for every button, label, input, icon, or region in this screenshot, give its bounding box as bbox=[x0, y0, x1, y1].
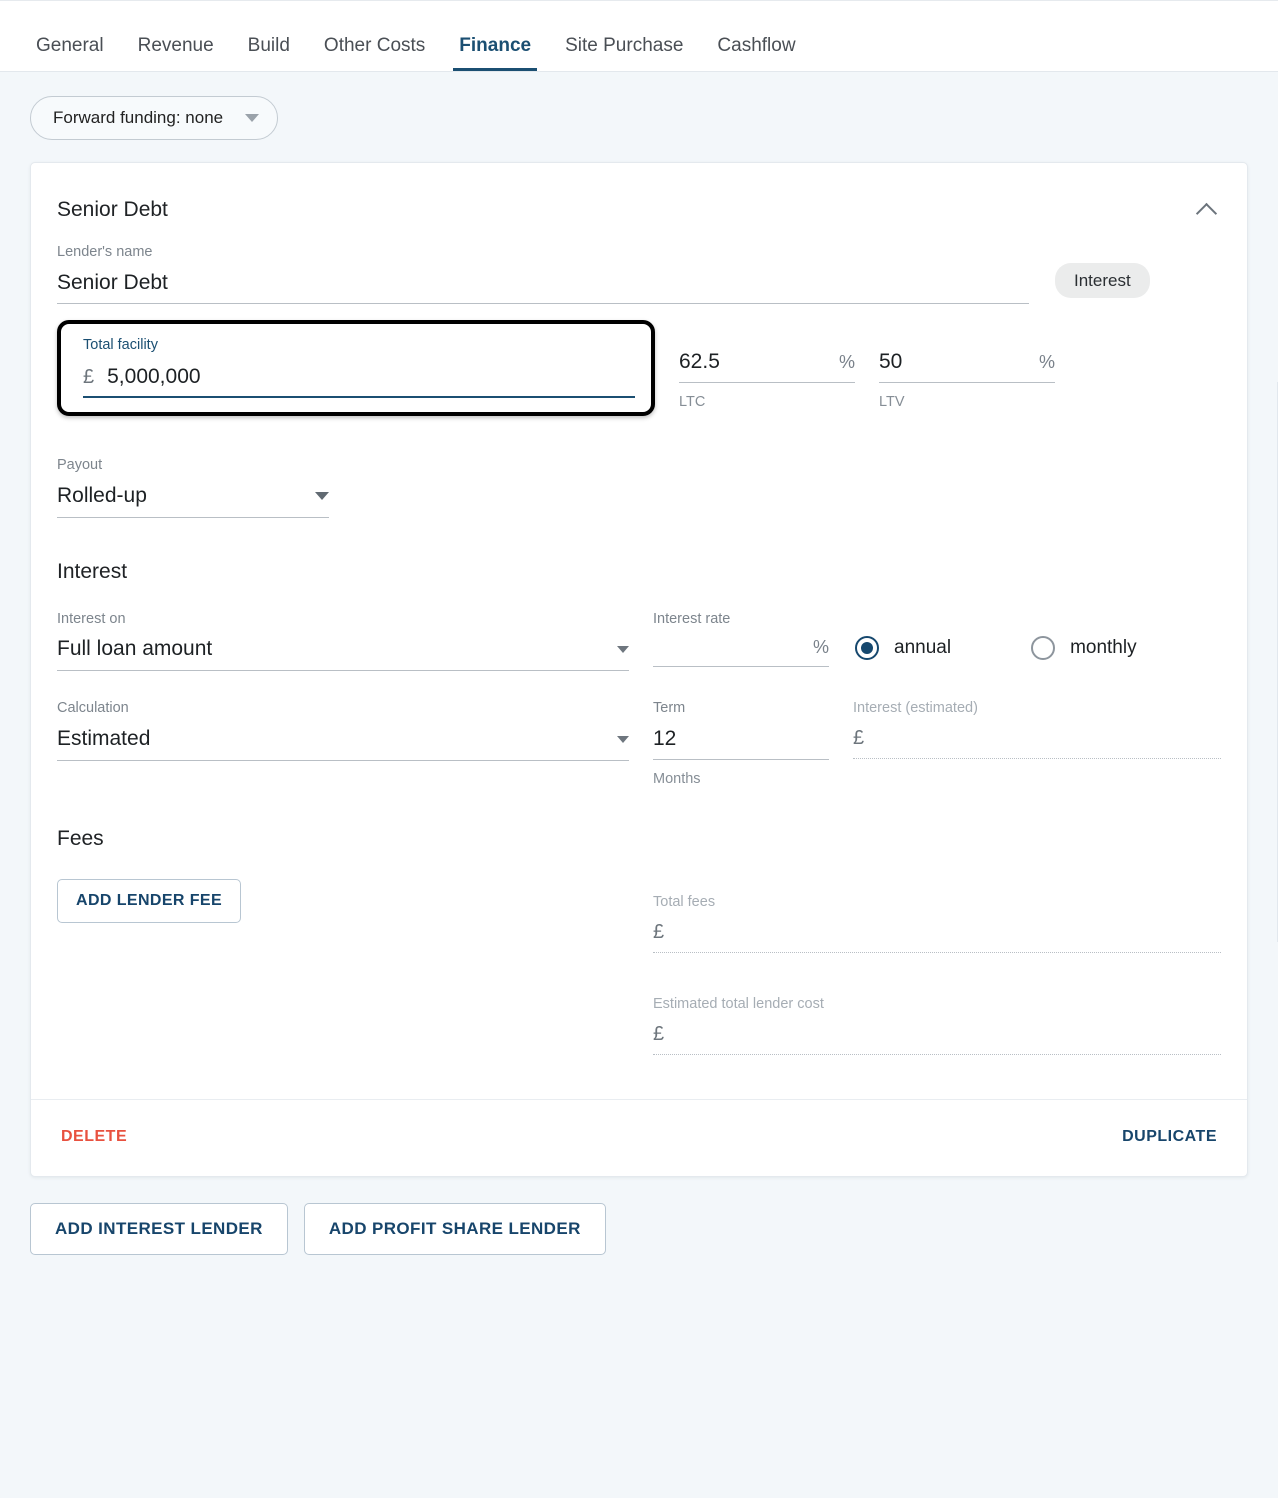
status-badge: Interest bbox=[1055, 262, 1150, 298]
lender-name-input[interactable]: Senior Debt bbox=[57, 271, 1029, 304]
currency-prefix-icon: £ bbox=[653, 921, 665, 944]
calculation-select[interactable]: Estimated bbox=[57, 727, 629, 762]
interest-on-value: Full loan amount bbox=[57, 637, 213, 661]
ltv-input[interactable]: 50 % bbox=[879, 350, 1055, 383]
lender-card: Senior Debt Lender's name Senior Debt In… bbox=[30, 162, 1248, 1177]
total-fees-label: Total fees bbox=[653, 894, 716, 911]
duplicate-button[interactable]: DUPLICATE bbox=[1118, 1120, 1221, 1154]
term-field[interactable]: Term 12 Months bbox=[653, 699, 829, 787]
ltv-percent-suffix: % bbox=[1038, 351, 1055, 372]
calculation-value: Estimated bbox=[57, 727, 151, 751]
interest-rate-input[interactable]: % bbox=[653, 637, 829, 668]
currency-prefix-icon: £ bbox=[653, 1022, 665, 1045]
term-input[interactable]: 12 bbox=[653, 727, 829, 761]
term-hint: Months bbox=[653, 771, 701, 788]
estimated-total-lender-cost-field: Estimated total lender cost £ bbox=[653, 995, 1221, 1055]
chevron-down-icon bbox=[315, 491, 329, 500]
total-facility-focus-ring: Total facility £ 5,000,000 bbox=[57, 319, 655, 416]
chevron-down-icon bbox=[617, 735, 629, 743]
lender-name-row: Lender's name Senior Debt Interest bbox=[57, 233, 1221, 304]
currency-prefix-icon: £ bbox=[853, 727, 865, 750]
total-facility-label: Total facility bbox=[83, 336, 158, 353]
ltv-hint: LTV bbox=[879, 393, 905, 410]
fees-row: ADD LENDER FEE Total fees £ Estimated to… bbox=[57, 879, 1221, 1055]
tab-build[interactable]: Build bbox=[234, 36, 304, 71]
payout-select[interactable]: Rolled-up bbox=[57, 484, 329, 518]
payout-field[interactable]: Payout Rolled-up bbox=[57, 456, 329, 518]
radio-unselected-icon bbox=[1031, 635, 1056, 660]
calculation-field[interactable]: Calculation Estimated bbox=[57, 699, 629, 762]
ltc-field[interactable]: 62.5 % LTC bbox=[679, 320, 855, 410]
estimated-total-lender-cost-readonly: £ bbox=[653, 1023, 1221, 1055]
radio-annual[interactable]: annual bbox=[855, 635, 952, 660]
ltv-value: 50 bbox=[879, 349, 903, 373]
add-interest-lender-button[interactable]: ADD INTEREST LENDER bbox=[30, 1202, 288, 1255]
ltv-field[interactable]: 50 % LTV bbox=[879, 320, 1055, 410]
interest-estimated-readonly: £ bbox=[853, 727, 1221, 760]
term-label: Term bbox=[653, 700, 686, 717]
finance-page: Forward funding: none Senior Debt Lender… bbox=[0, 72, 1278, 1295]
interest-on-label: Interest on bbox=[57, 610, 126, 627]
tab-other-costs[interactable]: Other Costs bbox=[310, 36, 439, 71]
tab-site-purchase[interactable]: Site Purchase bbox=[551, 36, 697, 71]
payout-row: Payout Rolled-up bbox=[57, 456, 1221, 518]
tab-cashflow[interactable]: Cashflow bbox=[703, 36, 809, 71]
ltc-percent-suffix: % bbox=[838, 351, 855, 372]
calculation-label: Calculation bbox=[57, 700, 129, 717]
payout-label: Payout bbox=[57, 456, 103, 473]
radio-annual-label: annual bbox=[894, 636, 952, 658]
chevron-down-icon bbox=[617, 645, 629, 653]
total-facility-input[interactable]: £ 5,000,000 bbox=[83, 365, 635, 398]
currency-prefix-icon: £ bbox=[83, 365, 95, 388]
lender-card-header: Senior Debt bbox=[31, 163, 1247, 229]
total-fees-field: Total fees £ bbox=[653, 893, 1221, 954]
ltc-hint: LTC bbox=[679, 393, 706, 410]
forward-funding-select[interactable]: Forward funding: none bbox=[30, 96, 279, 140]
interest-rate-field[interactable]: Interest rate % bbox=[653, 610, 829, 668]
interest-estimated-field: Interest (estimated) £ bbox=[853, 699, 1221, 760]
fees-section-heading: Fees bbox=[57, 827, 104, 851]
interest-rate-label: Interest rate bbox=[653, 610, 731, 627]
tab-general[interactable]: General bbox=[22, 36, 118, 71]
interest-estimated-label: Interest (estimated) bbox=[853, 700, 978, 717]
tab-revenue[interactable]: Revenue bbox=[124, 36, 228, 71]
tab-finance[interactable]: Finance bbox=[445, 36, 545, 71]
add-profit-share-lender-button[interactable]: ADD PROFIT SHARE LENDER bbox=[303, 1202, 606, 1255]
interest-frequency-radio-group: annual monthly bbox=[855, 610, 1137, 660]
term-value: 12 bbox=[653, 727, 677, 751]
radio-selected-icon bbox=[855, 635, 879, 660]
forward-funding-label: Forward funding: none bbox=[53, 108, 224, 127]
ltc-input[interactable]: 62.5 % bbox=[679, 350, 855, 383]
ltc-value: 62.5 bbox=[679, 349, 720, 373]
lender-card-title: Senior Debt bbox=[57, 198, 168, 221]
interest-on-select[interactable]: Full loan amount bbox=[57, 637, 629, 672]
radio-monthly[interactable]: monthly bbox=[1031, 635, 1137, 660]
calculation-row: Calculation Estimated Term 12 Months Int… bbox=[57, 699, 1221, 787]
lender-name-field[interactable]: Lender's name Senior Debt bbox=[57, 243, 1029, 304]
fees-section: Fees ADD LENDER FEE Total fees £ Estimat… bbox=[57, 827, 1221, 1055]
interest-on-field[interactable]: Interest on Full loan amount bbox=[57, 610, 629, 672]
bottom-actions: ADD INTEREST LENDER ADD PROFIT SHARE LEN… bbox=[30, 1202, 1248, 1295]
tab-bar: General Revenue Build Other Costs Financ… bbox=[0, 0, 1278, 72]
delete-button[interactable]: DELETE bbox=[57, 1120, 131, 1154]
add-lender-fee-button[interactable]: ADD LENDER FEE bbox=[57, 879, 242, 924]
total-facility-row: Total facility £ 5,000,000 62.5 % LTC 50… bbox=[57, 319, 1221, 416]
interest-section-heading: Interest bbox=[57, 559, 128, 583]
lender-name-label: Lender's name bbox=[57, 244, 153, 260]
total-fees-readonly: £ bbox=[653, 921, 1221, 954]
chevron-up-icon[interactable] bbox=[1195, 197, 1221, 223]
radio-monthly-label: monthly bbox=[1070, 636, 1137, 658]
payout-value: Rolled-up bbox=[57, 483, 147, 507]
estimated-total-lender-cost-label: Estimated total lender cost bbox=[653, 996, 824, 1013]
fees-left-column: ADD LENDER FEE bbox=[57, 879, 629, 924]
total-facility-field[interactable]: Total facility £ 5,000,000 bbox=[83, 336, 635, 398]
lender-card-body: Lender's name Senior Debt Interest Total… bbox=[31, 229, 1247, 1055]
total-facility-value: 5,000,000 bbox=[107, 364, 201, 388]
interest-rate-row: Interest on Full loan amount Interest ra… bbox=[57, 610, 1221, 672]
fees-totals-column: Total fees £ Estimated total lender cost… bbox=[653, 879, 1221, 1055]
chevron-down-icon bbox=[245, 114, 260, 122]
lender-card-footer: DELETE DUPLICATE bbox=[31, 1098, 1247, 1176]
interest-rate-percent-suffix: % bbox=[812, 637, 829, 658]
lender-name-value: Senior Debt bbox=[57, 270, 168, 294]
